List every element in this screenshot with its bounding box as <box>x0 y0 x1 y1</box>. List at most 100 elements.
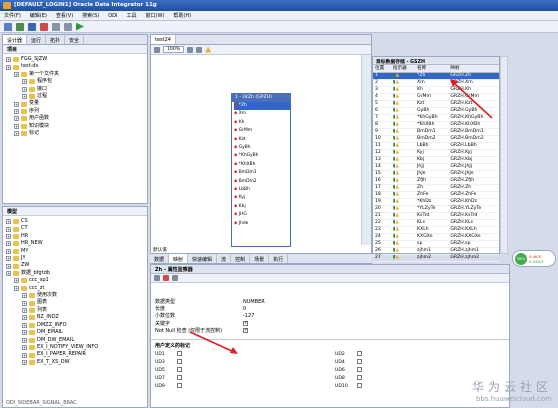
tab-operator[interactable]: 运行 <box>27 35 47 44</box>
tree-item[interactable]: + 第一个文件夹 <box>6 71 144 78</box>
tree-item[interactable]: + 接口 <box>6 86 144 93</box>
target-row[interactable]: 22 ▮▲ KLs GRZH.KLs <box>373 219 499 227</box>
paste-icon[interactable] <box>64 22 72 31</box>
expand-icon[interactable]: + <box>14 101 19 107</box>
not-null-checkbox[interactable] <box>243 327 248 333</box>
length-value[interactable]: 0 <box>243 306 246 313</box>
tree-item[interactable]: + ccc_zt <box>6 285 144 292</box>
select-icon[interactable] <box>154 46 160 53</box>
source-column[interactable]: ◆ Kzt <box>234 136 290 144</box>
source-column[interactable]: ◆ GyBh <box>234 144 290 152</box>
source-table-box[interactable]: 1 - GtZh (GPZH) ◆ *Zh ◆ Xm ◆ Kh ◆ GrMm ◆ Kzt… <box>231 93 291 247</box>
tree-item[interactable]: + 变量 <box>6 100 144 107</box>
tab-control[interactable]: 控制 <box>231 254 251 263</box>
tree-item[interactable]: + 知识模块 <box>6 123 144 130</box>
tree-item[interactable]: + ccc_sp1 <box>6 277 144 284</box>
target-row[interactable]: 10 ▮▲ BmDm2 GRZH.BmDm2 <box>373 135 499 143</box>
tree-item[interactable]: + 序列 <box>6 108 144 115</box>
target-scrollbar[interactable] <box>500 56 508 254</box>
expand-icon[interactable]: + <box>22 94 27 100</box>
expand-icon[interactable]: + <box>22 337 27 343</box>
tree-item[interactable]: + MY <box>6 248 144 255</box>
source-column[interactable]: ◆ Jhde <box>234 220 290 228</box>
expand-icon[interactable]: + <box>22 293 27 299</box>
models-header[interactable]: 模型 <box>3 207 147 216</box>
user-flag-checkbox[interactable] <box>177 367 182 373</box>
expand-icon[interactable]: + <box>6 248 11 254</box>
col-position[interactable]: 位置 <box>373 65 391 73</box>
col-mapping[interactable]: 映射 <box>448 65 499 73</box>
menu-view[interactable]: 查看(V) <box>56 12 73 19</box>
source-column[interactable]: ◆ Kh <box>234 119 290 127</box>
network-speed-widget[interactable]: 58% 0.4K/S 0.04K/S <box>512 250 556 267</box>
run-icon[interactable] <box>76 22 84 31</box>
key-checkbox[interactable] <box>243 320 248 326</box>
tab-flow[interactable]: 流 <box>217 254 232 263</box>
tab-execution[interactable]: 执行 <box>269 254 289 263</box>
edit-icon[interactable] <box>172 275 178 281</box>
tab-test24[interactable]: test24 <box>151 35 176 44</box>
datatype-value[interactable]: NUMBER <box>243 299 265 306</box>
expand-icon[interactable]: + <box>6 219 11 225</box>
tree-item[interactable]: + EX_T_XS_DW <box>6 359 144 366</box>
target-row[interactable]: 21 ▮▲ KsTrd GRZH.KsTrd <box>373 212 499 220</box>
tree-item[interactable]: + CS <box>6 218 144 225</box>
tree-item[interactable]: + EX_I_NOTIFY_VIEW_INFO <box>6 344 144 351</box>
expand-icon[interactable]: + <box>22 79 27 85</box>
user-flag-checkbox[interactable] <box>357 375 362 381</box>
save-icon[interactable] <box>28 22 36 31</box>
target-row[interactable]: 13 ▮▲ Kbj GRZH.Kbj <box>373 156 499 164</box>
expand-icon[interactable]: + <box>22 359 27 365</box>
expand-icon[interactable]: + <box>6 64 11 70</box>
target-row[interactable]: 16 ▮▲ ZfJh GRZH.ZfJh <box>373 177 499 185</box>
source-column[interactable]: ◆ BmDm2 <box>234 178 290 186</box>
user-flag-checkbox[interactable] <box>357 359 362 365</box>
target-row[interactable]: 15 ▮▲ JhJe GRZH.JhJe <box>373 170 499 178</box>
user-flag-checkbox[interactable] <box>177 359 182 365</box>
menu-file[interactable]: 文件(F) <box>4 12 21 19</box>
tree-item[interactable]: + ZW <box>6 262 144 269</box>
tree-item[interactable]: + DM_EMAIL <box>6 329 144 336</box>
tree-item[interactable]: + 标记 <box>6 130 144 137</box>
user-flag-checkbox[interactable] <box>177 351 182 357</box>
expand-icon[interactable]: + <box>14 278 19 284</box>
tree-item[interactable]: + test-ds <box>6 63 144 70</box>
pin-icon[interactable] <box>163 275 169 281</box>
col-indicator[interactable]: 指示器 <box>390 65 416 73</box>
target-row[interactable]: 23 ▮▲ KXLh GRZH.KXLh <box>373 226 499 234</box>
user-flag-checkbox[interactable] <box>177 383 182 389</box>
user-flag-checkbox[interactable] <box>357 351 362 357</box>
expand-icon[interactable]: + <box>6 234 11 240</box>
source-column[interactable]: ◆ GrMm <box>234 127 290 135</box>
expand-icon[interactable]: + <box>6 241 11 247</box>
tree-item[interactable]: + CT <box>6 225 144 232</box>
col-name[interactable]: 名称 <box>415 65 449 73</box>
source-column[interactable]: ◆ *Zh <box>234 102 290 111</box>
tree-item[interactable]: + 过程 <box>6 93 144 100</box>
source-column[interactable]: ◆ *KhGyBh <box>234 152 290 160</box>
expand-icon[interactable]: + <box>14 116 19 122</box>
tree-item[interactable]: + 用户函数 <box>6 115 144 122</box>
expand-icon[interactable]: + <box>22 322 27 328</box>
user-flag-checkbox[interactable] <box>357 367 362 373</box>
expand-icon[interactable]: + <box>6 256 11 262</box>
expand-icon[interactable]: + <box>6 57 11 63</box>
target-row[interactable]: 25 ▮▲ sp GRZH.sp <box>373 240 499 248</box>
tree-item[interactable]: + EX_I_PAPER_REPAIR <box>6 351 144 358</box>
cut-icon[interactable] <box>40 22 48 31</box>
expand-icon[interactable]: + <box>14 72 19 78</box>
target-row[interactable]: 8 ▮▲ *KhXBh GRZH.KhXBh <box>373 121 499 129</box>
tree-item[interactable]: + 列表 <box>6 307 144 314</box>
expand-icon[interactable]: + <box>14 131 19 137</box>
vertical-scrollbar[interactable] <box>361 55 371 245</box>
source-column[interactable]: ◆ *KhXBh <box>234 161 290 169</box>
tab-topology[interactable]: 拓扑 <box>46 35 66 44</box>
zoom-out-icon[interactable] <box>196 46 203 53</box>
source-column[interactable]: ◆ LbBh <box>234 186 290 194</box>
tree-item[interactable]: + JY <box>6 255 144 262</box>
menu-tools[interactable]: 工具 <box>127 12 137 19</box>
tree-item[interactable]: + DM_DW_EMAIL <box>6 337 144 344</box>
tree-item[interactable]: + BZ_INDZ <box>6 314 144 321</box>
tab-designer[interactable]: 设计器 <box>3 35 28 44</box>
menu-edit[interactable]: 编辑(E) <box>30 12 47 19</box>
